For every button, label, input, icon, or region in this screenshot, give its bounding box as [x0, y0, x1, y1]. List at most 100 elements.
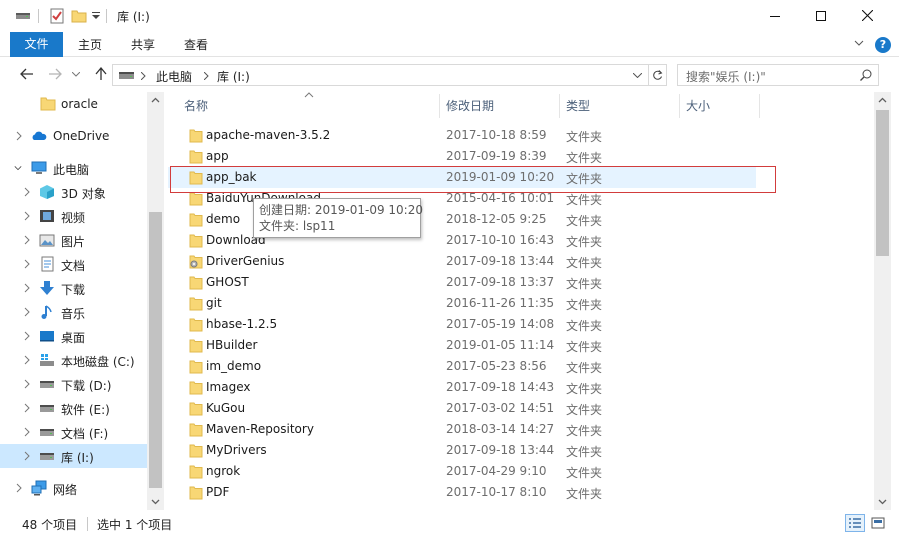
back-button[interactable]: [19, 66, 35, 82]
modified-date: 2018-12-05 9:25: [446, 212, 547, 226]
column-divider[interactable]: [679, 94, 680, 118]
chevron-right-icon[interactable]: [23, 283, 31, 293]
folder-icon: [189, 276, 203, 290]
folder-icon: [189, 423, 203, 437]
chevron-right-icon[interactable]: [23, 187, 31, 197]
scroll-up-icon[interactable]: [878, 96, 887, 105]
file-name: im_demo: [206, 359, 262, 373]
table-row[interactable]: git 2016-11-26 11:35 文件夹: [168, 293, 756, 314]
customize-quick-access-icon[interactable]: [90, 7, 102, 25]
help-button[interactable]: ?: [875, 37, 891, 53]
tab-home[interactable]: 主页: [70, 33, 110, 57]
chevron-right-icon[interactable]: [23, 427, 31, 437]
column-header-name[interactable]: 名称: [180, 92, 440, 120]
table-row[interactable]: apache-maven-3.5.2 2017-10-18 8:59 文件夹: [168, 125, 756, 146]
sidebar-item-onedrive[interactable]: OneDrive: [0, 124, 147, 148]
chevron-right-icon[interactable]: [23, 235, 31, 245]
sidebar-item-videos[interactable]: 视频: [0, 204, 147, 228]
tab-view[interactable]: 查看: [176, 33, 216, 57]
table-row[interactable]: PDF 2017-10-17 8:10 文件夹: [168, 482, 756, 503]
file-name: apache-maven-3.5.2: [206, 128, 331, 142]
sidebar-item-network[interactable]: 网络: [0, 476, 147, 500]
chevron-right-icon[interactable]: [23, 451, 31, 461]
sidebar-item-3d-objects[interactable]: 3D 对象: [0, 180, 147, 204]
column-header-size[interactable]: 大小: [682, 92, 758, 120]
chevron-right-icon[interactable]: [15, 131, 23, 141]
table-row[interactable]: GHOST 2017-09-18 13:37 文件夹: [168, 272, 756, 293]
sidebar-item-pictures[interactable]: 图片: [0, 228, 147, 252]
maximize-button[interactable]: [798, 0, 844, 31]
table-row[interactable]: Imagex 2017-09-18 14:43 文件夹: [168, 377, 756, 398]
table-row[interactable]: MyDrivers 2017-09-18 13:44 文件夹: [168, 440, 756, 461]
chevron-right-icon[interactable]: [23, 355, 31, 365]
scroll-down-icon[interactable]: [878, 497, 887, 506]
column-divider[interactable]: [439, 94, 440, 118]
tab-share[interactable]: 共享: [123, 33, 163, 57]
new-folder-icon[interactable]: [70, 7, 88, 25]
chevron-right-icon[interactable]: [141, 72, 146, 80]
chevron-right-icon[interactable]: [15, 483, 23, 493]
file-type: 文件夹: [566, 277, 603, 291]
chevron-down-icon[interactable]: [633, 73, 642, 78]
scroll-down-icon[interactable]: [151, 497, 160, 506]
search-input[interactable]: 搜索"娱乐 (I:)": [677, 64, 879, 86]
chevron-right-icon[interactable]: [23, 211, 31, 221]
scroll-up-icon[interactable]: [151, 96, 160, 105]
drive-icon[interactable]: [14, 7, 32, 25]
sidebar-item-drive-f[interactable]: 文档 (F:): [0, 420, 147, 444]
forward-button[interactable]: [47, 66, 63, 82]
chevron-down-icon[interactable]: [14, 163, 22, 173]
file-type: 文件夹: [566, 445, 603, 459]
refresh-button[interactable]: [649, 64, 667, 86]
table-row[interactable]: KuGou 2017-03-02 14:51 文件夹: [168, 398, 756, 419]
sidebar-item-desktop[interactable]: 桌面: [0, 324, 147, 348]
chevron-right-icon[interactable]: [23, 331, 31, 341]
modified-date: 2017-09-19 8:39: [446, 149, 547, 163]
chevron-right-icon[interactable]: [23, 403, 31, 413]
scrollbar-thumb[interactable]: [876, 110, 889, 256]
table-row[interactable]: hbase-1.2.5 2017-05-19 14:08 文件夹: [168, 314, 756, 335]
table-row[interactable]: ngrok 2017-04-29 9:10 文件夹: [168, 461, 756, 482]
scrollbar-thumb[interactable]: [149, 212, 162, 488]
table-row[interactable]: im_demo 2017-05-23 8:56 文件夹: [168, 356, 756, 377]
sidebar-item-drive-d[interactable]: 下载 (D:): [0, 372, 147, 396]
large-icons-view-button[interactable]: [868, 514, 888, 532]
column-divider[interactable]: [759, 94, 760, 118]
details-view-button[interactable]: [845, 514, 865, 532]
sidebar-item-oracle[interactable]: oracle: [0, 92, 147, 116]
table-row[interactable]: HBuilder 2019-01-05 11:14 文件夹: [168, 335, 756, 356]
chevron-right-icon[interactable]: [23, 259, 31, 269]
modified-date: 2017-04-29 9:10: [446, 464, 547, 478]
sidebar-item-drive-c[interactable]: 本地磁盘 (C:): [0, 348, 147, 372]
up-button[interactable]: [93, 66, 109, 82]
table-row[interactable]: app 2017-09-19 8:39 文件夹: [168, 146, 756, 167]
sidebar-item-downloads[interactable]: 下载: [0, 276, 147, 300]
close-button[interactable]: [844, 0, 890, 31]
breadcrumb-drive-i[interactable]: 库 (I:): [217, 68, 250, 85]
chevron-right-icon[interactable]: [204, 72, 209, 80]
sidebar-item-music[interactable]: 音乐: [0, 300, 147, 324]
address-bar[interactable]: 此电脑 库 (I:): [112, 64, 649, 86]
column-header-date[interactable]: 修改日期: [442, 92, 558, 120]
chevron-down-icon[interactable]: [853, 37, 865, 49]
sidebar-item-drive-e[interactable]: 软件 (E:): [0, 396, 147, 420]
sidebar-item-this-pc[interactable]: 此电脑: [0, 156, 147, 180]
column-divider[interactable]: [559, 94, 560, 118]
ribbon: 文件 主页 共享 查看 ?: [0, 31, 899, 57]
table-row[interactable]: Maven-Repository 2018-03-14 14:27 文件夹: [168, 419, 756, 440]
table-row[interactable]: app_bak 2019-01-09 10:20 文件夹: [168, 167, 756, 188]
chevron-right-icon[interactable]: [23, 307, 31, 317]
breadcrumb-this-pc[interactable]: 此电脑: [156, 68, 192, 85]
recent-locations-button[interactable]: [71, 66, 81, 82]
folder-icon: [189, 381, 203, 395]
tab-file[interactable]: 文件: [10, 32, 63, 57]
sidebar-item-documents[interactable]: 文档: [0, 252, 147, 276]
table-row[interactable]: DriverGenius 2017-09-18 13:44 文件夹: [168, 251, 756, 272]
minimize-button[interactable]: [752, 0, 798, 31]
properties-icon[interactable]: [48, 7, 66, 25]
sidebar-scrollbar[interactable]: [147, 92, 164, 510]
chevron-right-icon[interactable]: [23, 379, 31, 389]
file-list-scrollbar[interactable]: [874, 92, 891, 510]
sidebar-item-drive-i[interactable]: 库 (I:): [0, 444, 147, 468]
column-header-type[interactable]: 类型: [562, 92, 678, 120]
